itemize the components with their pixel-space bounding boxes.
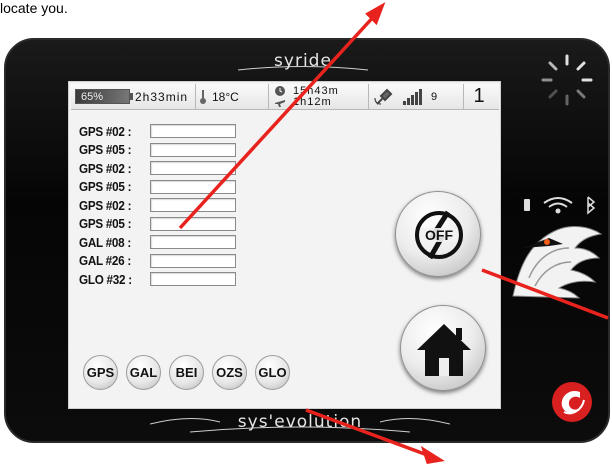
arrow-head-bottom bbox=[420, 445, 445, 464]
annotation-arrows bbox=[178, 2, 609, 464]
arrow-to-top bbox=[178, 12, 378, 230]
arrow-from-off bbox=[481, 268, 609, 320]
arrow-to-bottom bbox=[305, 408, 431, 458]
